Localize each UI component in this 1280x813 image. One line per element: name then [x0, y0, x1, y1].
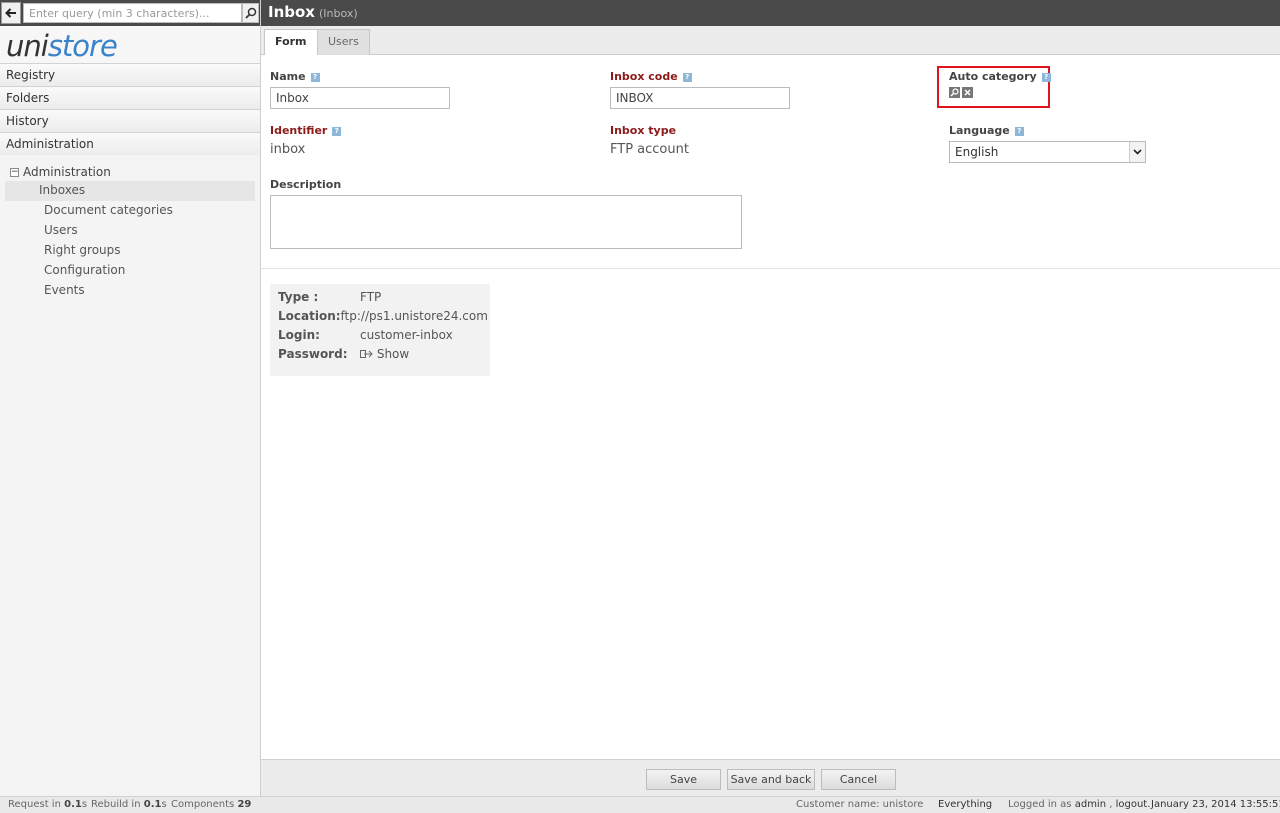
- help-icon[interactable]: ?: [682, 73, 692, 82]
- help-icon[interactable]: ?: [1014, 127, 1024, 136]
- identifier-value: inbox: [270, 142, 306, 157]
- search-input[interactable]: [23, 3, 242, 23]
- status-bar: Request in 0.1s Rebuild in 0.1s Componen…: [0, 796, 1280, 813]
- inbox-code-input[interactable]: [610, 87, 790, 109]
- rebuild-time: Rebuild in 0.1s: [91, 799, 167, 810]
- show-password-text: Show: [376, 347, 410, 361]
- chevron-down-icon[interactable]: [1129, 142, 1145, 162]
- admin-tree: − Administration Inboxes Document catego…: [0, 155, 260, 301]
- help-icon[interactable]: ?: [1041, 73, 1051, 82]
- tree-item-right-groups[interactable]: Right groups: [5, 241, 255, 261]
- action-bar: Save Save and back Cancel: [261, 759, 1280, 796]
- logo-uni: uni: [6, 29, 49, 63]
- info-row-login: Login: customer-inbox: [278, 328, 482, 347]
- tree-item-configuration[interactable]: Configuration: [5, 261, 255, 281]
- magnifier-icon: [950, 88, 959, 97]
- tree-root-label: Administration: [23, 165, 111, 179]
- name-label-text: Name: [270, 70, 306, 83]
- show-arrow-icon: [360, 350, 373, 358]
- auto-category-clear-button[interactable]: [962, 87, 973, 98]
- form-content: Name? Inbox code? Auto category? Identif…: [261, 55, 1280, 759]
- user-link[interactable]: admin: [1075, 799, 1106, 810]
- show-password-link[interactable]: Show: [360, 347, 409, 366]
- request-time: Request in 0.1s: [8, 799, 88, 810]
- nav-registry[interactable]: Registry: [0, 63, 260, 86]
- identifier-label: Identifier?: [270, 124, 342, 137]
- info-type-label: Type :: [278, 290, 319, 304]
- description-textarea[interactable]: [270, 195, 742, 249]
- auto-category-label: Auto category?: [949, 70, 1051, 83]
- info-type-value: FTP: [360, 290, 382, 304]
- help-icon[interactable]: ?: [332, 127, 342, 136]
- description-label: Description: [270, 178, 341, 191]
- info-login-value: customer-inbox: [360, 328, 453, 342]
- name-input[interactable]: [270, 87, 450, 109]
- tree-item-events[interactable]: Events: [5, 281, 255, 301]
- logout-link[interactable]: logout.: [1116, 799, 1151, 810]
- cancel-button[interactable]: Cancel: [821, 769, 896, 790]
- close-icon: [964, 89, 971, 96]
- tab-bar: Form Users: [261, 26, 1280, 56]
- search-bar: [0, 0, 260, 26]
- nav-administration[interactable]: Administration: [0, 132, 260, 155]
- back-button[interactable]: [1, 2, 21, 24]
- info-location-value: ftp://ps1.unistore24.com: [340, 309, 488, 323]
- nav-folders[interactable]: Folders: [0, 86, 260, 109]
- tab-form[interactable]: Form: [264, 29, 318, 56]
- ftp-info-box: Type : FTP Location: ftp://ps1.unistore2…: [270, 284, 490, 376]
- info-password-label: Password:: [278, 347, 348, 361]
- help-icon[interactable]: ?: [310, 73, 320, 82]
- logo-store: store: [47, 29, 118, 63]
- info-row-location: Location: ftp://ps1.unistore24.com: [278, 309, 488, 328]
- language-label-text: Language: [949, 124, 1010, 137]
- divider: [261, 268, 1280, 269]
- info-location-label: Location:: [278, 309, 341, 323]
- identifier-label-text: Identifier: [270, 124, 328, 137]
- page-header: Inbox (Inbox): [261, 0, 1280, 26]
- page-title: Inbox: [268, 3, 315, 21]
- tree-root-administration[interactable]: − Administration: [0, 163, 260, 181]
- save-and-back-button[interactable]: Save and back: [727, 769, 815, 790]
- language-selected: English: [955, 145, 999, 159]
- auto-category-label-text: Auto category: [949, 70, 1037, 83]
- inbox-code-label-text: Inbox code: [610, 70, 678, 83]
- inbox-type-label: Inbox type: [610, 124, 676, 137]
- sidebar: unistore Registry Folders History Admini…: [0, 0, 261, 796]
- info-row-type: Type : FTP: [278, 290, 482, 309]
- scope-selector[interactable]: Everything: [938, 797, 992, 813]
- info-login-label: Login:: [278, 328, 320, 342]
- search-button[interactable]: [242, 3, 259, 23]
- tab-users[interactable]: Users: [317, 29, 370, 55]
- inbox-code-label: Inbox code?: [610, 70, 692, 83]
- name-label: Name?: [270, 70, 320, 83]
- collapse-icon[interactable]: −: [10, 167, 19, 177]
- search-icon: [244, 7, 256, 19]
- tree-item-users[interactable]: Users: [5, 221, 255, 241]
- logged-in-as: Logged in as admin , logout.: [1008, 799, 1151, 810]
- nav-history[interactable]: History: [0, 109, 260, 132]
- customer-name: Customer name: unistore: [796, 799, 924, 810]
- inbox-type-value: FTP account: [610, 142, 689, 157]
- info-row-password: Password: Show: [278, 347, 482, 366]
- inbox-type-label-text: Inbox type: [610, 124, 677, 137]
- logo: unistore: [0, 26, 260, 63]
- page-subtitle: (Inbox): [318, 7, 358, 20]
- datetime: January 23, 2014 13:55:51: [1151, 799, 1280, 810]
- auto-category-search-button[interactable]: [949, 87, 960, 98]
- tree-item-document-categories[interactable]: Document categories: [5, 201, 255, 221]
- language-select[interactable]: English: [949, 141, 1146, 163]
- description-label-text: Description: [270, 178, 342, 191]
- components-count: Components 29: [171, 799, 252, 810]
- arrow-left-icon: [5, 8, 16, 18]
- save-button[interactable]: Save: [646, 769, 721, 790]
- language-label: Language?: [949, 124, 1024, 137]
- tree-item-inboxes[interactable]: Inboxes: [5, 181, 255, 201]
